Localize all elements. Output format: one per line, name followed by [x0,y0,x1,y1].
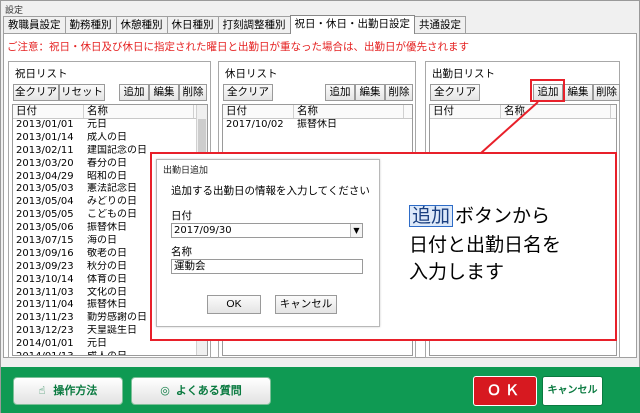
row-date: 2017/10/02 [226,119,284,130]
tab-work-type[interactable]: 勤務種別 [64,16,117,34]
tab-break-type[interactable]: 休憩種別 [115,16,168,34]
callout-line-1: 追加 ボタンから [409,204,550,229]
holiday-table-header: 日付 名称 [13,105,207,119]
tab-punch-adjust[interactable]: 打刻調整種別 [217,16,291,34]
row-name: 成人の日 [84,351,194,355]
question-bubble-icon: ◎ [160,384,170,397]
row-name: 元日 [87,119,107,130]
row-date: 2013/05/06 [16,222,74,234]
notice-text: ご注意：祝日・休日及び休日に指定された曜日と出勤日が重なった場合は、出勤日が優先… [7,41,469,53]
tab-staff[interactable]: 教職員設定 [3,16,66,34]
callout-line-1-text: ボタンから [455,205,551,227]
row-date: 2013/11/04 [16,299,74,311]
faq-label: よくある質問 [175,384,242,397]
footer-bar: ☝ 操作方法 ◎ よくある質問 ＯＫ キャンセル [1,367,640,413]
column-name[interactable]: 名称 [501,105,611,118]
rest-list-title: 休日リスト [225,68,278,80]
workday-table-header: 日付 名称 [430,105,616,119]
workday-clear-all-button[interactable]: 全クリア [430,84,480,101]
callout-line-2: 日付と出勤日名を [409,234,562,256]
hand-pointer-icon: ☝ [38,384,46,397]
workday-edit-button[interactable]: 編集 [563,84,593,101]
dialog-title: 出勤日追加 [163,166,209,176]
date-label: 日付 [171,210,192,222]
name-label: 名称 [171,246,192,258]
holiday-reset-button[interactable]: リセット [59,84,105,101]
table-row[interactable]: 2013/01/14 成人の日 [13,132,207,145]
tab-bar: 教職員設定 勤務種別 休憩種別 休日種別 打刻調整種別 祝日・休日・出勤日設定 … [3,15,466,34]
howto-label: 操作方法 [53,384,98,397]
table-row[interactable]: 2017/10/02 振替休日 [223,119,412,132]
holiday-add-button[interactable]: 追加 [119,84,149,101]
ok-button[interactable]: ＯＫ [473,376,537,406]
row-date: 2013/01/01 [16,119,74,130]
rest-edit-button[interactable]: 編集 [355,84,385,101]
rest-clear-all-button[interactable]: 全クリア [223,84,273,101]
column-date[interactable]: 日付 [223,105,294,118]
row-date: 2013/09/23 [16,260,74,272]
tab-holiday-type[interactable]: 休日種別 [166,16,219,34]
name-input[interactable]: 運動会 [171,259,363,274]
cancel-button[interactable]: キャンセル [542,376,603,406]
date-value: 2017/09/30 [174,225,232,236]
row-name: 成人の日 [87,131,127,143]
row-date: 2013/07/15 [16,235,74,247]
column-name[interactable]: 名称 [294,105,404,118]
column-date[interactable]: 日付 [13,105,84,118]
workday-list-title: 出勤日リスト [432,68,495,80]
add-button-highlight [530,79,565,102]
add-workday-dialog: 出勤日追加 追加する出勤日の情報を入力してください 日付 2017/09/30 … [156,159,380,327]
workday-delete-button[interactable]: 削除 [593,84,620,101]
rest-table-header: 日付 名称 [223,105,412,119]
rest-delete-button[interactable]: 削除 [385,84,413,101]
window-title: 設定 [5,6,24,16]
rest-add-button[interactable]: 追加 [325,84,355,101]
tab-holiday-workday[interactable]: 祝日・休日・出勤日設定 [289,15,415,34]
row-date: 2014/01/13 [13,351,84,355]
table-row[interactable]: 2014/01/13成人の日 [13,351,207,355]
row-date: 2013/02/11 [16,144,74,156]
row-date: 2013/10/14 [16,273,74,285]
row-date: 2013/01/14 [16,131,74,143]
faq-button[interactable]: ◎ よくある質問 [131,377,271,405]
row-date: 2013/12/23 [16,325,74,337]
row-date: 2013/11/03 [16,286,74,298]
table-row[interactable]: 2013/01/01 元日 [13,119,207,132]
howto-button[interactable]: ☝ 操作方法 [13,377,123,405]
holiday-clear-all-button[interactable]: 全クリア [13,84,59,101]
callout-line-3: 入力します [409,261,505,283]
dialog-instruction: 追加する出勤日の情報を入力してください [171,185,370,197]
column-name[interactable]: 名称 [84,105,194,118]
row-date: 2014/01/01 [16,338,74,350]
dialog-cancel-button[interactable]: キャンセル [275,295,337,314]
row-date: 2013/05/03 [16,183,74,195]
row-date: 2013/09/16 [16,247,74,259]
row-name: 振替休日 [297,119,337,130]
column-date[interactable]: 日付 [430,105,501,118]
row-date: 2013/04/29 [16,170,74,182]
dialog-ok-button[interactable]: OK [207,295,261,314]
holiday-edit-button[interactable]: 編集 [149,84,179,101]
tab-common[interactable]: 共通設定 [414,16,466,34]
row-date: 2013/03/20 [16,157,74,169]
chevron-down-icon[interactable]: ▼ [350,224,362,237]
holiday-list-title: 祝日リスト [15,68,68,80]
add-chip: 追加 [409,205,454,227]
row-date: 2013/11/23 [16,312,74,324]
row-date: 2013/05/05 [16,209,74,221]
date-select[interactable]: 2017/09/30 ▼ [171,223,363,238]
row-date: 2013/05/04 [16,196,74,208]
settings-window: 設定 教職員設定 勤務種別 休憩種別 休日種別 打刻調整種別 祝日・休日・出勤日… [0,0,640,413]
holiday-delete-button[interactable]: 削除 [179,84,207,101]
